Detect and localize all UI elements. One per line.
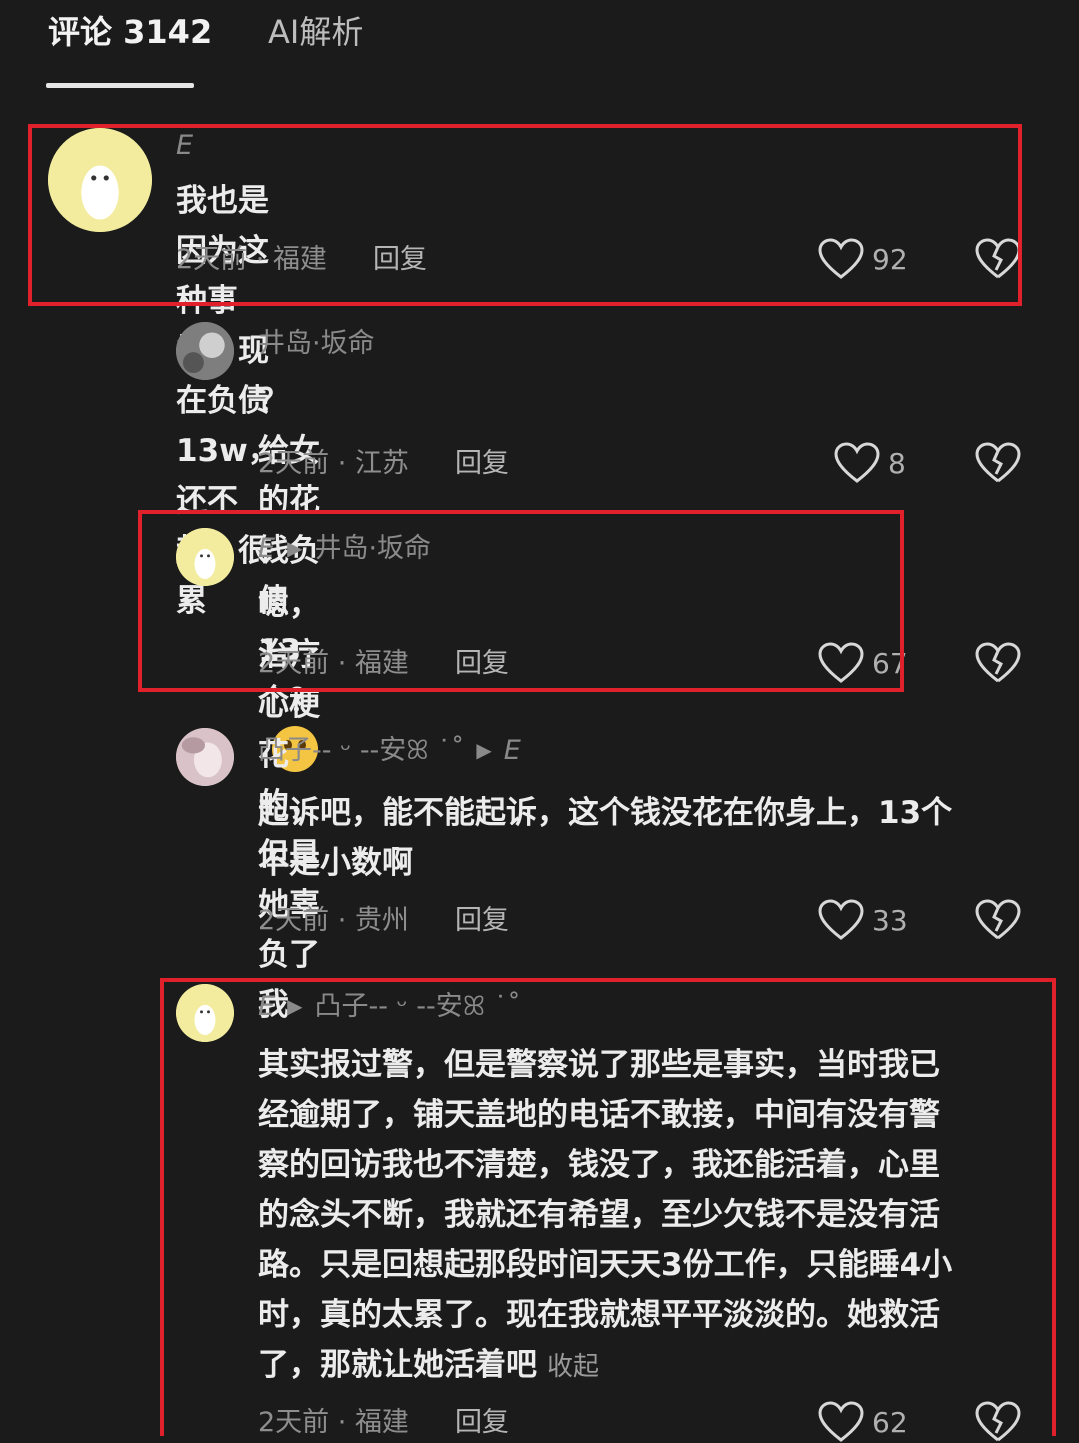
comment-text-line: 经逾期了，铺天盖地的电话不敢接，中间有没有警 bbox=[258, 1097, 940, 1133]
author-name[interactable]: 凸子-- ᵕ --安ꕤ ˙˚ bbox=[258, 735, 464, 766]
reply-arrow-icon: ▶ bbox=[476, 738, 492, 762]
meta-separator: · bbox=[329, 448, 355, 479]
meta-separator: · bbox=[329, 648, 355, 679]
like-count: 62 bbox=[872, 1405, 908, 1439]
avatar[interactable] bbox=[176, 528, 234, 586]
comment-time: 2天前 bbox=[176, 244, 248, 275]
comment-location: 福建 bbox=[354, 1407, 409, 1438]
meta-separator: · bbox=[329, 905, 355, 936]
avatar[interactable] bbox=[176, 984, 234, 1042]
avatar[interactable] bbox=[176, 322, 234, 380]
like-button[interactable]: 67 bbox=[818, 642, 908, 684]
comment-time: 2天前 bbox=[258, 1407, 330, 1438]
like-count: 92 bbox=[872, 242, 908, 276]
comment-meta: 2天前 · 福建 回复 bbox=[176, 242, 427, 278]
heart-icon bbox=[818, 899, 864, 940]
author-name[interactable]: E bbox=[258, 991, 275, 1022]
collapse-button[interactable]: 收起 bbox=[547, 1352, 599, 1382]
heart-icon bbox=[818, 238, 864, 279]
tab-ai-analysis[interactable]: AI解析 bbox=[268, 10, 363, 54]
like-button[interactable]: 92 bbox=[818, 238, 908, 280]
reply-button[interactable]: 回复 bbox=[455, 1407, 509, 1438]
reply-button[interactable]: 回复 bbox=[373, 244, 427, 275]
reply-button[interactable]: 回复 bbox=[455, 648, 509, 679]
author-name[interactable]: E bbox=[258, 533, 275, 564]
comment-meta: 2天前 · 贵州 回复 bbox=[258, 903, 509, 939]
comment-location: 福建 bbox=[272, 244, 327, 275]
comment-text-line: 了，那就让她活着吧 收起 bbox=[258, 1340, 1048, 1392]
meta-separator: · bbox=[329, 1407, 355, 1438]
comment-author[interactable]: 井岛·坂命 bbox=[258, 326, 375, 362]
tab-comments[interactable]: 评论 3142 bbox=[48, 10, 212, 54]
comment-meta: 2天前 · 江苏 回复 bbox=[258, 446, 509, 482]
comment-author: E ▶ 凸子-- ᵕ --安ꕤ ˙˚ bbox=[258, 988, 521, 1025]
heart-icon bbox=[818, 1401, 864, 1442]
comment-text-line: 路。只是回想起那段时间天天3份工作，只能睡4小 bbox=[258, 1247, 953, 1283]
comment-location: 贵州 bbox=[354, 905, 409, 936]
broken-heart-icon[interactable] bbox=[975, 642, 1021, 684]
reply-to-name[interactable]: 凸子-- ᵕ --安ꕤ ˙˚ bbox=[314, 991, 520, 1022]
comment-meta: 2天前 · 福建 回复 bbox=[258, 646, 509, 682]
comment-tabs: 评论 3142 AI解析 bbox=[0, 0, 1079, 90]
like-button[interactable]: 62 bbox=[818, 1401, 908, 1443]
comment-text-line: 察的回访我也不清楚，钱没了，我还能活着，心里 bbox=[258, 1147, 940, 1183]
broken-heart-icon[interactable] bbox=[975, 1401, 1021, 1443]
comment-text-line: 的念头不断，我就还有希望，至少欠钱不是没有活 bbox=[258, 1197, 940, 1233]
comment-time: 2天前 bbox=[258, 448, 330, 479]
like-button[interactable]: 33 bbox=[818, 899, 908, 941]
like-button[interactable]: 8 bbox=[834, 442, 906, 484]
heart-icon bbox=[818, 642, 864, 683]
like-count: 67 bbox=[872, 646, 908, 680]
reply-arrow-icon: ▶ bbox=[287, 994, 303, 1018]
comment-author: 凸子-- ᵕ --安ꕤ ˙˚ ▶ E bbox=[258, 732, 521, 769]
comment-text-line: 不是小数啊 bbox=[258, 845, 413, 881]
avatar[interactable] bbox=[48, 128, 152, 232]
comment-location: 江苏 bbox=[354, 448, 409, 479]
like-count: 33 bbox=[872, 903, 908, 937]
reply-arrow-icon: ▶ bbox=[287, 536, 303, 560]
meta-separator: · bbox=[247, 244, 273, 275]
broken-heart-icon[interactable] bbox=[975, 442, 1021, 484]
reply-to-name[interactable]: 井岛·坂命 bbox=[314, 533, 431, 564]
comment-author: E ▶ 井岛·坂命 bbox=[258, 530, 431, 567]
comment-text: 起诉吧，能不能起诉，这个钱没花在你身上，13个 不是小数啊 bbox=[258, 788, 1048, 888]
broken-heart-icon[interactable] bbox=[975, 238, 1021, 280]
comment-text-content: 了，那就让她活着吧 bbox=[258, 1347, 537, 1383]
reply-button[interactable]: 回复 bbox=[455, 905, 509, 936]
broken-heart-icon[interactable] bbox=[975, 899, 1021, 941]
heart-icon bbox=[834, 442, 880, 483]
reply-button[interactable]: 回复 bbox=[455, 448, 509, 479]
comment-text-line: 起诉吧，能不能起诉，这个钱没花在你身上，13个 bbox=[258, 795, 953, 831]
active-tab-indicator bbox=[46, 83, 194, 88]
reply-to-name[interactable]: E bbox=[504, 735, 521, 766]
comment-location: 福建 bbox=[354, 648, 409, 679]
comment-author[interactable]: E bbox=[176, 128, 193, 164]
comment-time: 2天前 bbox=[258, 648, 330, 679]
comment-text-line: 时，真的太累了。现在我就想平平淡淡的。她救活 bbox=[258, 1297, 940, 1333]
comment-text: 其实报过警，但是警察说了那些是事实，当时我已 经逾期了，铺天盖地的电话不敢接，中… bbox=[258, 1040, 1048, 1392]
avatar[interactable] bbox=[176, 728, 234, 786]
like-count: 8 bbox=[888, 446, 906, 480]
comment-text-line: 其实报过警，但是警察说了那些是事实，当时我已 bbox=[258, 1047, 940, 1083]
comment-time: 2天前 bbox=[258, 905, 330, 936]
